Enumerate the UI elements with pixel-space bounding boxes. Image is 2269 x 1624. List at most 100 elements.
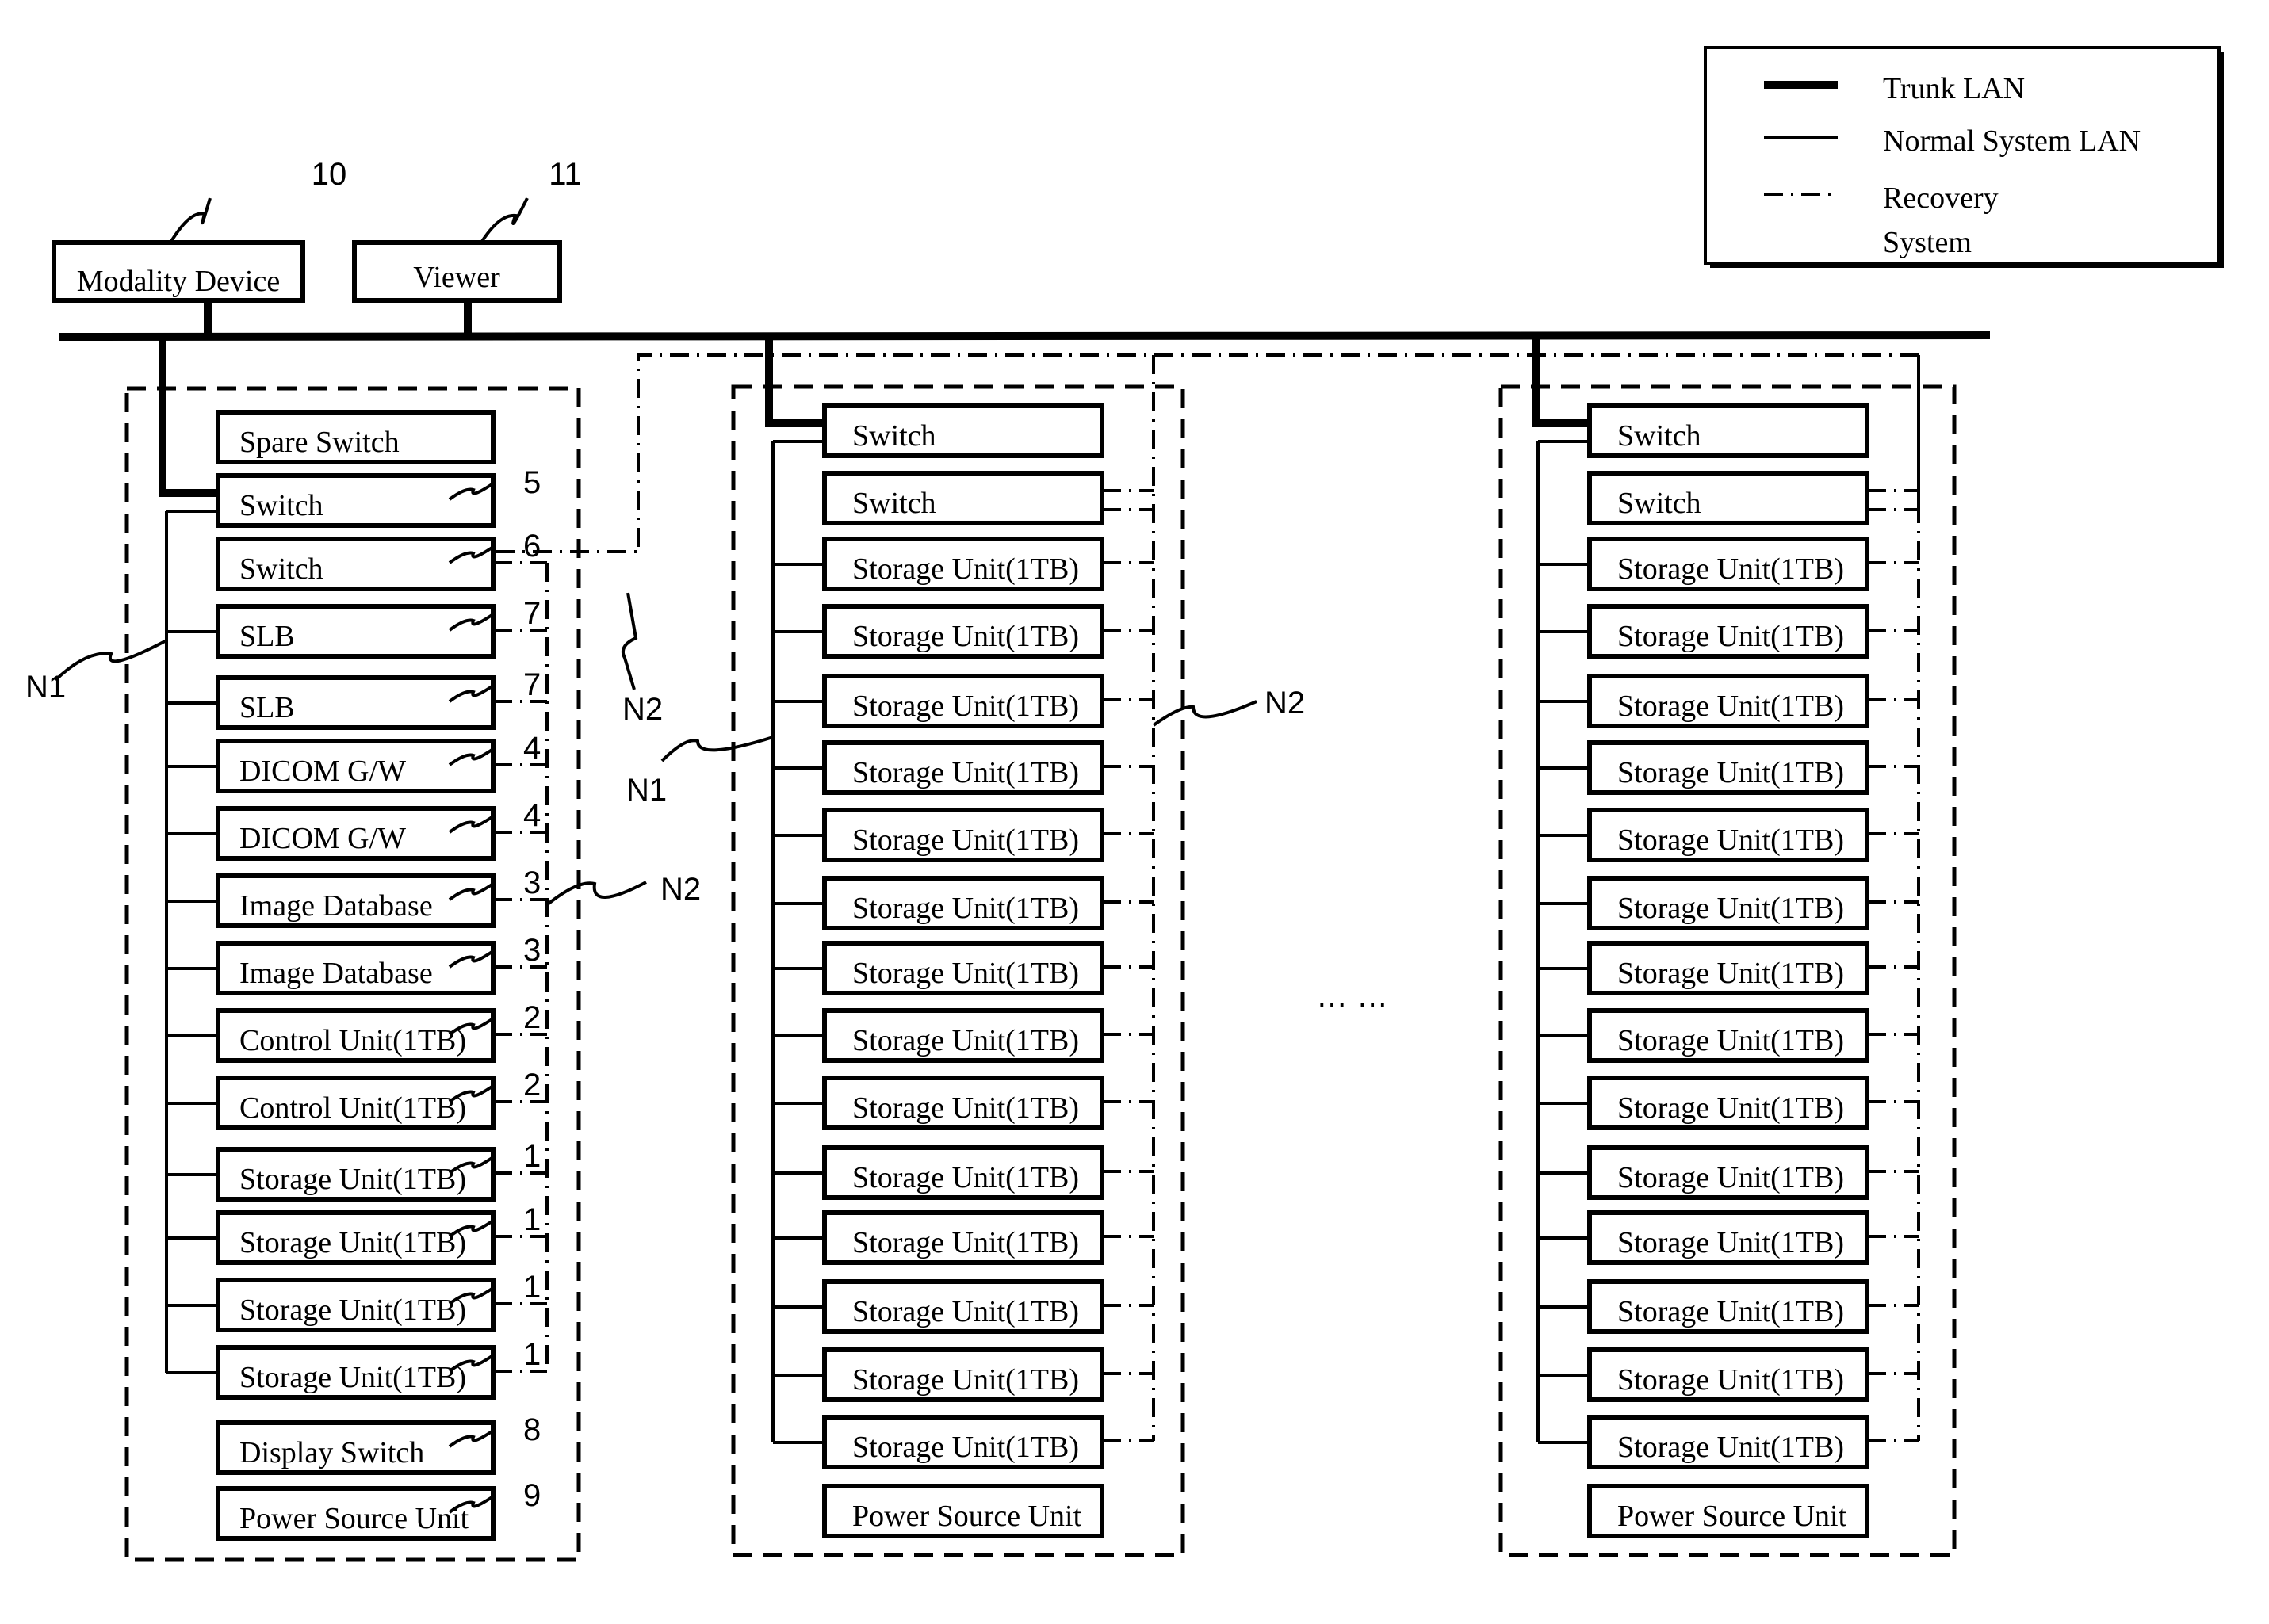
system-configuration-diagram: Trunk LAN Normal System LAN Recovery Sys…: [25, 46, 2224, 1562]
unit-storage-unit-1tb[interactable]: Storage Unit(1TB): [1587, 1279, 1919, 1334]
unit-label: Storage Unit(1TB): [852, 957, 1079, 990]
ellipsis: … …: [1316, 979, 1388, 1014]
unit-ref-number: 4: [523, 798, 541, 833]
unit-ref-number: 9: [523, 1478, 541, 1513]
unit-storage-unit-1tb[interactable]: Storage Unit(1TB) 1: [216, 1139, 547, 1202]
unit-storage-unit-1tb[interactable]: Storage Unit(1TB): [1587, 1415, 1919, 1469]
unit-label: Storage Unit(1TB): [1617, 690, 1844, 723]
unit-storage-unit-1tb[interactable]: Storage Unit(1TB): [822, 1145, 1154, 1200]
unit-storage-unit-1tb[interactable]: Storage Unit(1TB): [822, 941, 1154, 995]
unit-storage-unit-1tb[interactable]: Storage Unit(1TB): [1587, 1347, 1919, 1402]
unit-spare-switch[interactable]: Spare Switch: [216, 410, 496, 464]
unit-label: Storage Unit(1TB): [1617, 552, 1844, 586]
viewer-label: Viewer: [413, 261, 500, 294]
unit-storage-unit-1tb[interactable]: Storage Unit(1TB): [822, 1008, 1154, 1063]
unit-switch[interactable]: Switch: [1587, 471, 1919, 525]
unit-dicom-g-w[interactable]: DICOM G/W 4: [216, 731, 547, 793]
unit-label: Storage Unit(1TB): [852, 1091, 1079, 1125]
unit-label: Storage Unit(1TB): [852, 756, 1079, 789]
modality-device-ref: 10: [312, 157, 347, 192]
unit-ref-number: 1: [523, 1337, 541, 1372]
unit-label: Storage Unit(1TB): [1617, 1363, 1844, 1397]
unit-switch[interactable]: Switch 6: [216, 529, 547, 591]
unit-dicom-g-w[interactable]: DICOM G/W 4: [216, 798, 547, 861]
unit-storage-unit-1tb[interactable]: Storage Unit(1TB): [1587, 1210, 1919, 1265]
unit-ref-number: 3: [523, 865, 541, 900]
trunk-lan: [59, 331, 1991, 341]
unit-storage-unit-1tb[interactable]: Storage Unit(1TB): [822, 1279, 1154, 1334]
cabinet-2: Switch Switch Storage Unit(1TB) Storage Uni…: [731, 337, 1185, 1557]
unit-storage-unit-1tb[interactable]: Storage Unit(1TB): [822, 1415, 1154, 1469]
unit-power-source-unit[interactable]: Power Source Unit: [1587, 1484, 1869, 1538]
unit-ref-number: 7: [523, 596, 541, 631]
unit-storage-unit-1tb[interactable]: Storage Unit(1TB): [822, 1076, 1154, 1130]
unit-storage-unit-1tb[interactable]: Storage Unit(1TB): [822, 1210, 1154, 1265]
unit-label: Storage Unit(1TB): [1617, 756, 1844, 789]
viewer[interactable]: Viewer 11: [352, 157, 582, 337]
unit-storage-unit-1tb[interactable]: Storage Unit(1TB): [1587, 808, 1919, 862]
unit-ref-number: 6: [523, 529, 541, 564]
legend-recovery-label-2: System: [1883, 226, 1972, 259]
unit-label: Switch: [239, 489, 323, 522]
unit-ref-number: 1: [523, 1270, 541, 1305]
unit-storage-unit-1tb[interactable]: Storage Unit(1TB) 1: [216, 1202, 547, 1265]
unit-image-database[interactable]: Image Database 3: [216, 933, 547, 995]
unit-storage-unit-1tb[interactable]: Storage Unit(1TB): [1587, 1076, 1919, 1130]
unit-switch[interactable]: Switch: [822, 471, 1154, 525]
unit-storage-unit-1tb[interactable]: Storage Unit(1TB): [822, 674, 1154, 728]
unit-label: Power Source Unit: [239, 1502, 469, 1535]
unit-storage-unit-1tb[interactable]: Storage Unit(1TB): [1587, 1008, 1919, 1063]
trunk-drop: [1532, 337, 1590, 427]
unit-storage-unit-1tb[interactable]: Storage Unit(1TB): [1587, 537, 1919, 591]
unit-ref-number: 4: [523, 731, 541, 766]
unit-switch[interactable]: Switch: [1532, 337, 1869, 458]
unit-label: Storage Unit(1TB): [852, 1295, 1079, 1328]
unit-label: Storage Unit(1TB): [239, 1163, 466, 1196]
unit-storage-unit-1tb[interactable]: Storage Unit(1TB): [1587, 1145, 1919, 1200]
unit-label: Storage Unit(1TB): [1617, 892, 1844, 925]
cabinet-1: Spare Switch Switch 5 Switch 6 SLB 7 SLB 7 DICOM …: [124, 337, 581, 1562]
unit-label: Image Database: [239, 957, 433, 990]
unit-display-switch[interactable]: Display Switch 8: [216, 1412, 541, 1475]
cabinet-3: Switch Switch Storage Unit(1TB) Storage Uni…: [1498, 337, 1957, 1557]
unit-slb[interactable]: SLB 7: [216, 667, 547, 730]
unit-slb[interactable]: SLB 7: [216, 596, 547, 659]
unit-label: Switch: [239, 552, 323, 586]
unit-storage-unit-1tb[interactable]: Storage Unit(1TB): [822, 604, 1154, 659]
unit-storage-unit-1tb[interactable]: Storage Unit(1TB): [822, 537, 1154, 591]
cabinets: Spare Switch Switch 5 Switch 6 SLB 7 SLB 7 DICOM …: [124, 337, 1957, 1562]
unit-storage-unit-1tb[interactable]: Storage Unit(1TB): [1587, 604, 1919, 659]
unit-storage-unit-1tb[interactable]: Storage Unit(1TB): [822, 1347, 1154, 1402]
unit-storage-unit-1tb[interactable]: Storage Unit(1TB) 1: [216, 1337, 547, 1400]
n2-leader-cabinet-1-upper: [621, 592, 638, 690]
unit-control-unit-1tb[interactable]: Control Unit(1TB) 2: [216, 1068, 547, 1130]
n1-leader-cabinet-2: [660, 736, 774, 762]
unit-label: Storage Unit(1TB): [852, 620, 1079, 653]
n2-leader-cabinet-2: [1152, 700, 1257, 727]
unit-storage-unit-1tb[interactable]: Storage Unit(1TB): [822, 808, 1154, 862]
unit-ref-number: 8: [523, 1412, 541, 1447]
unit-storage-unit-1tb[interactable]: Storage Unit(1TB) 1: [216, 1270, 547, 1332]
unit-label: Storage Unit(1TB): [1617, 823, 1844, 857]
unit-label: Storage Unit(1TB): [1617, 1091, 1844, 1125]
unit-label: Storage Unit(1TB): [1617, 1226, 1844, 1259]
unit-label: DICOM G/W: [239, 755, 406, 788]
unit-power-source-unit[interactable]: Power Source Unit 9: [216, 1478, 541, 1541]
legend-recovery-label: Recovery: [1883, 182, 1999, 215]
unit-label: Control Unit(1TB): [239, 1024, 466, 1057]
unit-storage-unit-1tb[interactable]: Storage Unit(1TB): [822, 740, 1154, 795]
unit-control-unit-1tb[interactable]: Control Unit(1TB) 2: [216, 1000, 547, 1063]
unit-storage-unit-1tb[interactable]: Storage Unit(1TB): [1587, 674, 1919, 728]
unit-label: Spare Switch: [239, 426, 400, 459]
modality-device[interactable]: Modality Device 10: [52, 157, 347, 337]
unit-storage-unit-1tb[interactable]: Storage Unit(1TB): [1587, 941, 1919, 995]
unit-label: Switch: [1617, 419, 1701, 453]
unit-ref-number: 3: [523, 933, 541, 968]
unit-storage-unit-1tb[interactable]: Storage Unit(1TB): [1587, 876, 1919, 930]
unit-storage-unit-1tb[interactable]: Storage Unit(1TB): [1587, 740, 1919, 795]
unit-ref-number: 5: [523, 465, 541, 500]
unit-power-source-unit[interactable]: Power Source Unit: [822, 1484, 1104, 1538]
unit-image-database[interactable]: Image Database 3: [216, 865, 547, 928]
unit-storage-unit-1tb[interactable]: Storage Unit(1TB): [822, 876, 1154, 930]
trunk-drop: [159, 337, 218, 497]
